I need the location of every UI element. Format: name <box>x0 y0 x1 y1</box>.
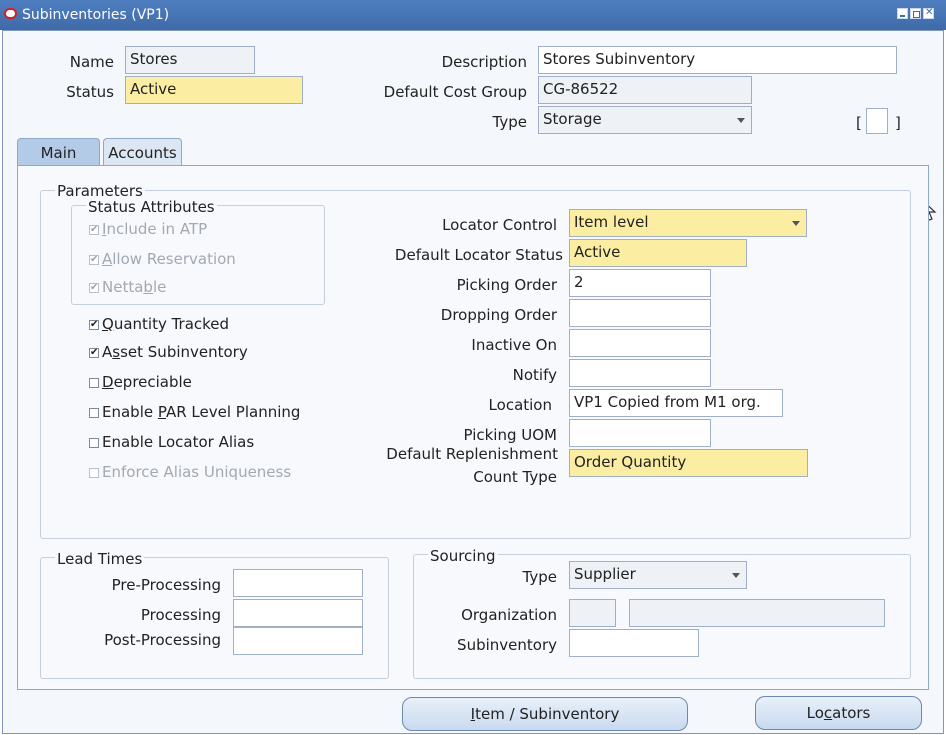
organization-name-field[interactable] <box>629 599 885 627</box>
dropping-order-field[interactable] <box>569 299 711 327</box>
window-titlebar: Subinventories (VP1) ✕ <box>0 0 946 30</box>
cost-group-field[interactable]: CG-86522 <box>538 76 752 104</box>
description-field[interactable]: Stores Subinventory <box>538 46 897 74</box>
default-locator-status-field[interactable]: Active <box>569 239 747 267</box>
organization-code-field[interactable] <box>569 599 616 627</box>
checkbox-box <box>89 407 99 418</box>
include-in-atp-checkbox[interactable]: ✔ Include in ATP <box>89 220 207 238</box>
pre-processing-field[interactable] <box>233 569 363 597</box>
default-locator-status-label: Default Locator Status <box>394 246 563 264</box>
checkbox-box <box>89 437 99 448</box>
sourcing-title: Sourcing <box>428 547 498 565</box>
notify-field[interactable] <box>569 359 711 387</box>
allow-reservation-checkbox[interactable]: ✔ Allow Reservation <box>89 250 236 268</box>
nettable-checkbox[interactable]: ✔ Nettable <box>89 278 166 296</box>
description-label: Description <box>441 53 527 71</box>
sourcing-subinventory-field[interactable] <box>569 629 699 657</box>
checkbox-box: ✔ <box>89 281 99 293</box>
checkbox-box: ✔ <box>89 253 99 265</box>
post-processing-label: Post-Processing <box>104 631 221 649</box>
dropping-order-label: Dropping Order <box>440 306 557 324</box>
locator-control-label: Locator Control <box>442 216 557 234</box>
quantity-tracked-checkbox[interactable]: ✔ Quantity Tracked <box>89 315 229 333</box>
oracle-logo-icon <box>4 8 17 19</box>
locators-button[interactable]: Locators <box>755 696 922 730</box>
item-subinventory-button[interactable]: Item / Subinventory <box>402 697 688 731</box>
locator-control-select[interactable]: Item level <box>569 209 807 237</box>
sourcing-type-select[interactable]: Supplier <box>569 561 747 589</box>
enable-locator-alias-checkbox[interactable]: Enable Locator Alias <box>89 433 254 451</box>
replenishment-count-type-field[interactable]: Order Quantity <box>569 449 808 477</box>
processing-field[interactable] <box>233 599 363 627</box>
status-field[interactable]: Active <box>125 76 303 104</box>
checkbox-box: ✔ <box>89 346 99 358</box>
type-label: Type <box>492 113 527 131</box>
post-processing-field[interactable] <box>233 627 363 655</box>
checkbox-box <box>89 467 99 478</box>
inactive-on-field[interactable] <box>569 329 711 357</box>
location-field[interactable]: VP1 Copied from M1 org. <box>569 389 783 417</box>
enforce-alias-uniqueness-checkbox[interactable]: Enforce Alias Uniqueness <box>89 463 291 481</box>
organization-label: Organization <box>461 606 557 624</box>
notify-label: Notify <box>512 366 557 384</box>
asset-subinventory-checkbox[interactable]: ✔ Asset Subinventory <box>89 343 248 361</box>
minimize-icon[interactable] <box>897 8 908 19</box>
picking-order-label: Picking Order <box>456 276 557 294</box>
inactive-on-label: Inactive On <box>471 336 557 354</box>
status-label: Status <box>66 83 114 101</box>
window-title: Subinventories (VP1) <box>22 7 170 23</box>
replenishment-label-line2: Count Type <box>473 468 557 486</box>
checkbox-box <box>89 377 99 388</box>
replenishment-label-line1: Default Replenishment <box>386 445 558 463</box>
depreciable-checkbox[interactable]: Depreciable <box>89 373 192 391</box>
context-bracket-left: [ <box>856 114 862 132</box>
pre-processing-label: Pre-Processing <box>111 576 221 594</box>
processing-label: Processing <box>140 606 221 624</box>
tab-accounts[interactable]: Accounts <box>103 138 182 166</box>
name-field[interactable]: Stores <box>125 46 255 74</box>
checkbox-box: ✔ <box>89 223 99 235</box>
context-field[interactable] <box>866 108 888 134</box>
maximize-icon[interactable] <box>910 8 921 19</box>
location-label: Location <box>488 396 552 414</box>
close-icon[interactable]: ✕ <box>923 7 934 19</box>
enable-par-level-planning-checkbox[interactable]: Enable PAR Level Planning <box>89 403 300 421</box>
sourcing-subinventory-label: Subinventory <box>457 636 557 654</box>
type-select[interactable]: Storage <box>538 106 752 134</box>
picking-order-field[interactable]: 2 <box>569 269 711 297</box>
sourcing-type-label: Type <box>522 568 557 586</box>
cost-group-label: Default Cost Group <box>383 83 527 101</box>
lead-times-title: Lead Times <box>55 550 145 568</box>
name-label: Name <box>69 53 114 71</box>
tab-main[interactable]: Main <box>17 138 100 166</box>
checkbox-box: ✔ <box>89 318 99 330</box>
picking-uom-field[interactable] <box>569 419 711 447</box>
status-attributes-title: Status Attributes <box>86 198 217 216</box>
context-bracket-right: ] <box>895 114 901 132</box>
picking-uom-label: Picking UOM <box>463 426 557 444</box>
